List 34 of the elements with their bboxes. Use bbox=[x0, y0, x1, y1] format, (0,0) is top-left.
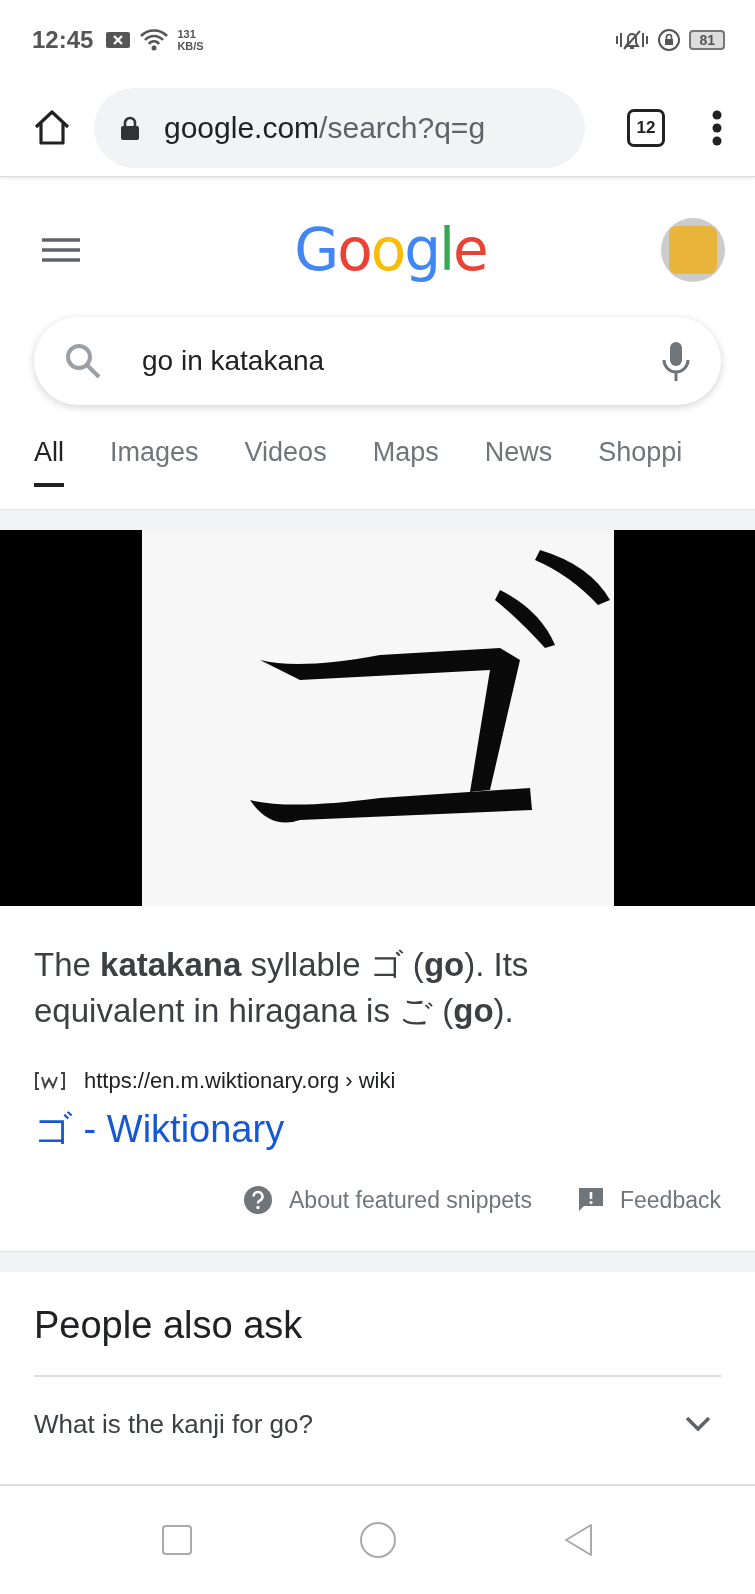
vibrate-icon bbox=[615, 28, 650, 52]
source-url: https://en.m.wiktionary.org › wiki bbox=[84, 1068, 396, 1094]
help-icon[interactable] bbox=[243, 1185, 274, 1215]
address-bar[interactable]: google.com/search?q=g bbox=[94, 88, 585, 168]
menu-icon[interactable] bbox=[42, 237, 80, 263]
battery-indicator: 81 bbox=[689, 30, 725, 50]
search-field[interactable]: go in katakana bbox=[34, 317, 721, 405]
search-tab[interactable]: Images bbox=[110, 437, 199, 483]
search-icon bbox=[64, 342, 102, 380]
question-row[interactable]: What is the kanji for go? bbox=[34, 1377, 721, 1471]
about-snippets-link[interactable]: About featured snippets bbox=[289, 1186, 532, 1214]
feedback-link[interactable]: Feedback bbox=[620, 1186, 721, 1214]
microphone-icon[interactable] bbox=[661, 340, 691, 382]
rotation-lock-icon bbox=[657, 28, 682, 52]
lock-icon bbox=[120, 116, 140, 140]
snippet-text: The katakana syllable ゴ (go). Its equivalent in hiragana is ご (go). bbox=[33, 945, 530, 1031]
google-logo: Google bbox=[294, 216, 487, 284]
search-tab[interactable]: News bbox=[484, 437, 553, 483]
result-title-link[interactable]: ゴ - Wiktionary bbox=[0, 1094, 319, 1155]
speed-value: 131 bbox=[177, 28, 197, 40]
clock-time: 12:45 bbox=[32, 26, 94, 54]
search-tab[interactable]: Videos bbox=[244, 437, 327, 483]
search-tab[interactable]: All bbox=[34, 437, 64, 487]
tab-count-button[interactable]: 12 bbox=[627, 109, 665, 147]
section-heading: People also ask bbox=[34, 1272, 721, 1377]
speed-unit: KB/S bbox=[177, 40, 204, 52]
home-icon[interactable] bbox=[32, 108, 72, 148]
search-tab[interactable]: Maps bbox=[372, 437, 439, 483]
menu-icon[interactable] bbox=[711, 108, 723, 148]
search-tab[interactable]: Shoppi bbox=[598, 437, 683, 483]
feedback-icon[interactable] bbox=[578, 1187, 604, 1213]
site-icon bbox=[34, 1070, 66, 1092]
wifi-icon bbox=[139, 28, 170, 52]
notification-icon bbox=[105, 30, 132, 50]
